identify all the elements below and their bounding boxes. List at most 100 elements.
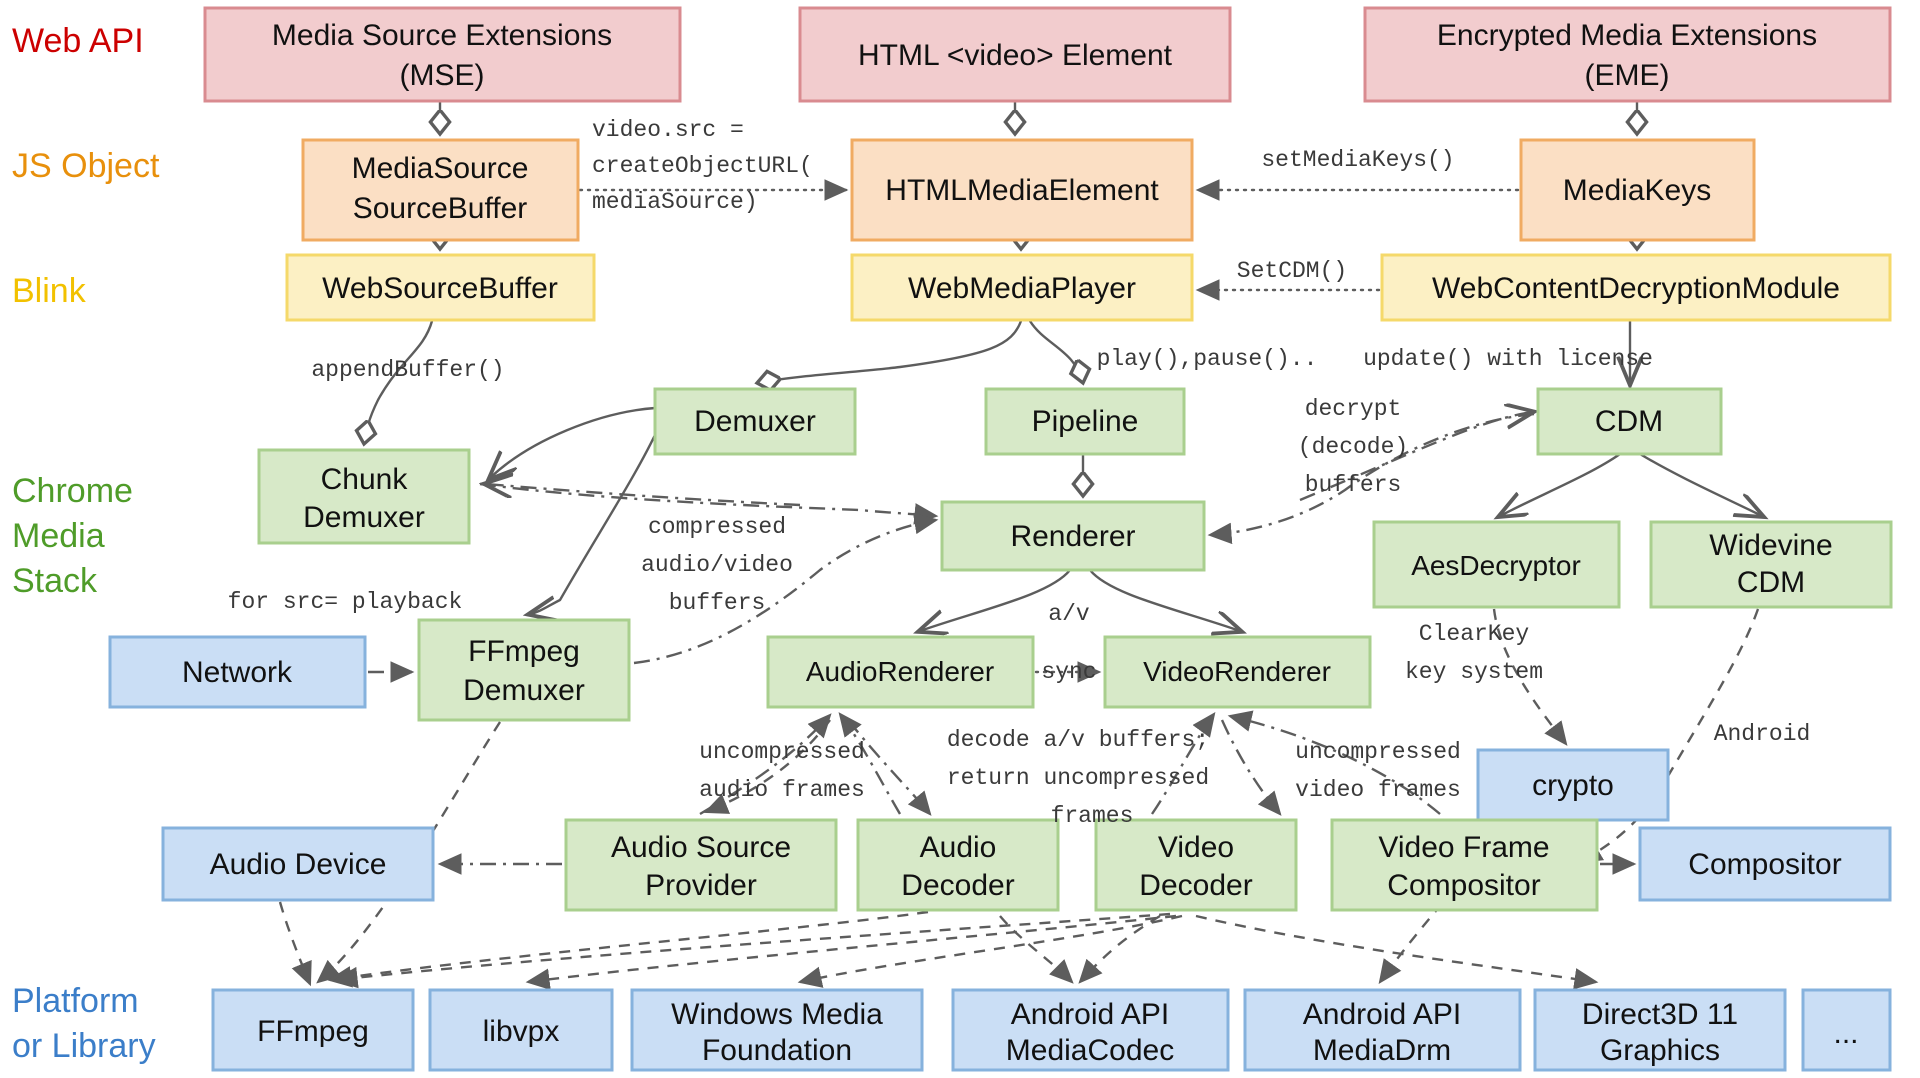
node-websourcebuffer[interactable]: WebSourceBuffer <box>285 253 596 322</box>
node-audiorenderer-label: AudioRenderer <box>806 656 994 687</box>
node-chunk-demuxer-label-2: Demuxer <box>303 501 425 534</box>
node-ffmpeg[interactable]: FFmpeg <box>211 988 415 1072</box>
node-pipeline[interactable]: Pipeline <box>984 387 1186 456</box>
node-compositor[interactable]: Compositor <box>1638 826 1892 902</box>
node-network[interactable]: Network <box>108 635 367 709</box>
node-webcdm[interactable]: WebContentDecryptionModule <box>1380 253 1892 322</box>
node-mediasource-label-1: MediaSource <box>352 152 529 185</box>
node-direct3d-label-2: Graphics <box>1600 1034 1720 1067</box>
node-ffmpeg-demuxer-label-1: FFmpeg <box>468 635 580 668</box>
node-videorenderer-label: VideoRenderer <box>1143 656 1331 687</box>
edge-label-uncompressed-video-2: video frames <box>1295 777 1461 803</box>
node-video-frame-compositor-label-2: Compositor <box>1387 869 1540 902</box>
node-cdm[interactable]: CDM <box>1536 387 1723 456</box>
edge-label-decode-av-2: return uncompressed <box>947 765 1209 791</box>
node-eme[interactable]: Encrypted Media Extensions (EME) <box>1363 6 1892 103</box>
node-renderer[interactable]: Renderer <box>940 500 1206 572</box>
node-compositor-label: Compositor <box>1688 848 1841 881</box>
node-crypto[interactable]: crypto <box>1476 748 1670 822</box>
node-aesdecryptor-label: AesDecryptor <box>1411 550 1581 581</box>
node-ellipsis[interactable]: ... <box>1801 988 1892 1072</box>
node-layer: Media Source Extensions (MSE) HTML <vide… <box>108 6 1893 1072</box>
node-videorenderer[interactable]: VideoRenderer <box>1103 635 1372 709</box>
swimlane-label-js-object: JS Object <box>12 147 160 185</box>
node-audio-device[interactable]: Audio Device <box>161 826 435 902</box>
node-websourcebuffer-label: WebSourceBuffer <box>322 272 558 305</box>
swimlane-label-web-api: Web API <box>12 22 144 60</box>
node-android-mediacodec[interactable]: Android API MediaCodec <box>951 988 1230 1072</box>
swimlane-label-chrome-media-stack-3: Stack <box>12 562 98 600</box>
edge-label-play-pause: play(),pause().. <box>1097 346 1318 372</box>
node-audio-device-label: Audio Device <box>210 848 387 881</box>
edge-label-video-src-3: mediaSource) <box>592 189 758 215</box>
edge-label-video-src-1: video.src = <box>592 117 744 143</box>
edge-label-uncompressed-video-1: uncompressed <box>1295 739 1461 765</box>
node-demuxer-label: Demuxer <box>694 405 816 438</box>
node-htmlmediaelement[interactable]: HTMLMediaElement <box>850 138 1194 242</box>
node-mse[interactable]: Media Source Extensions (MSE) <box>203 6 682 103</box>
node-video-decoder[interactable]: Video Decoder <box>1094 818 1298 912</box>
node-chunk-demuxer[interactable]: Chunk Demuxer <box>257 448 471 545</box>
node-ffmpeg-demuxer[interactable]: FFmpeg Demuxer <box>417 618 631 722</box>
node-ffmpeg-label: FFmpeg <box>257 1015 369 1048</box>
node-audio-source-provider[interactable]: Audio Source Provider <box>564 818 838 912</box>
node-wmf[interactable]: Windows Media Foundation <box>630 988 924 1072</box>
node-widevine-cdm-label-2: CDM <box>1737 566 1805 599</box>
node-video-frame-compositor-label-1: Video Frame <box>1378 831 1549 864</box>
node-audio-source-provider-label-1: Audio Source <box>611 831 791 864</box>
node-direct3d-label-1: Direct3D 11 <box>1582 998 1738 1031</box>
node-network-label: Network <box>182 656 293 689</box>
node-audio-decoder-label-1: Audio <box>920 831 997 864</box>
node-renderer-label: Renderer <box>1010 520 1135 553</box>
node-ellipsis-label: ... <box>1833 1017 1858 1050</box>
node-webmediaplayer[interactable]: WebMediaPlayer <box>850 253 1194 322</box>
node-audiorenderer[interactable]: AudioRenderer <box>766 635 1035 709</box>
node-audio-decoder[interactable]: Audio Decoder <box>856 818 1060 912</box>
edge-label-uncompressed-audio-2: audio frames <box>699 777 865 803</box>
swimlane-label-blink: Blink <box>12 272 87 310</box>
node-chunk-demuxer-label-1: Chunk <box>321 463 409 496</box>
node-mediasource[interactable]: MediaSource SourceBuffer <box>301 138 580 242</box>
node-ffmpeg-demuxer-label-2: Demuxer <box>463 674 585 707</box>
node-mediakeys-label: MediaKeys <box>1563 174 1711 207</box>
edge-label-av: a/v <box>1048 601 1090 627</box>
node-android-mediacodec-label-1: Android API <box>1011 998 1169 1031</box>
swimlane-labels: Web API JS Object Blink Chrome Media Sta… <box>12 22 160 1065</box>
edge-label-compressed-3: buffers <box>669 590 766 616</box>
node-wmf-label-1: Windows Media <box>671 998 883 1031</box>
node-crypto-label: crypto <box>1532 769 1614 802</box>
node-android-mediacodec-label-2: MediaCodec <box>1006 1034 1174 1067</box>
node-cdm-label: CDM <box>1595 405 1663 438</box>
edge-label-decode-av-1: decode a/v buffers; <box>947 727 1209 753</box>
node-libvpx[interactable]: libvpx <box>428 988 614 1072</box>
node-android-mediadrm-label-2: MediaDrm <box>1313 1034 1451 1067</box>
node-eme-label-2: (EME) <box>1585 59 1670 92</box>
node-webmediaplayer-label: WebMediaPlayer <box>908 272 1136 305</box>
node-video-decoder-label-2: Decoder <box>1139 869 1252 902</box>
edge-label-clearkey-2: key system <box>1405 659 1543 685</box>
edge-label-set-cdm: SetCDM() <box>1237 258 1347 284</box>
node-aesdecryptor[interactable]: AesDecryptor <box>1372 520 1621 609</box>
node-video-frame-compositor[interactable]: Video Frame Compositor <box>1330 818 1599 912</box>
node-webcdm-label: WebContentDecryptionModule <box>1432 272 1840 305</box>
edge-label-decode-av-3: frames <box>1051 803 1134 829</box>
node-widevine-cdm[interactable]: Widevine CDM <box>1649 520 1893 609</box>
node-eme-label-1: Encrypted Media Extensions <box>1437 19 1817 52</box>
node-mediasource-label-2: SourceBuffer <box>353 192 528 225</box>
swimlane-label-chrome-media-stack: Chrome <box>12 472 133 510</box>
edge-label-compressed-2: audio/video <box>641 552 793 578</box>
edge-label-for-src-playback: for src= playback <box>228 589 463 615</box>
swimlane-label-platform-2: or Library <box>12 1027 156 1065</box>
node-mediakeys[interactable]: MediaKeys <box>1519 138 1756 242</box>
architecture-diagram: Web API JS Object Blink Chrome Media Sta… <box>12 6 1893 1072</box>
node-demuxer[interactable]: Demuxer <box>653 387 857 456</box>
edge-label-decrypt-2: (decode) <box>1298 434 1408 460</box>
swimlane-label-chrome-media-stack-2: Media <box>12 517 105 555</box>
node-htmlmediaelement-label: HTMLMediaElement <box>885 174 1159 207</box>
node-video-element[interactable]: HTML <video> Element <box>798 6 1232 103</box>
edge-label-uncompressed-audio-1: uncompressed <box>699 739 865 765</box>
edge-label-append-buffer: appendBuffer() <box>311 357 504 383</box>
node-android-mediadrm[interactable]: Android API MediaDrm <box>1243 988 1522 1072</box>
node-direct3d[interactable]: Direct3D 11 Graphics <box>1533 988 1787 1072</box>
edge-label-video-src-2: createObjectURL( <box>592 153 813 179</box>
